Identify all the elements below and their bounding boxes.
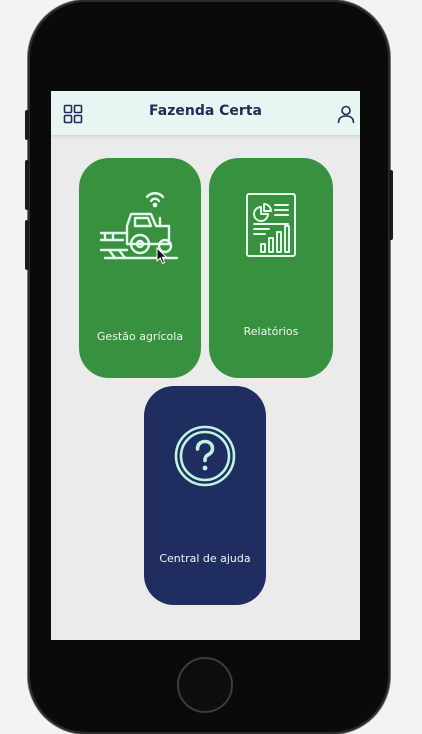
app-title: Fazenda Certa <box>149 103 262 119</box>
mute-switch <box>25 110 29 140</box>
card-label: Central de ajuda <box>159 552 251 565</box>
card-label: Relatórios <box>243 325 299 338</box>
card-label: Gestão agrícola <box>96 330 184 343</box>
card-relatorios[interactable]: Relatórios <box>209 158 333 378</box>
report-chart-icon <box>246 193 296 257</box>
app-header: Fazenda Certa <box>51 91 360 136</box>
card-central-de-ajuda[interactable]: Central de ajuda <box>144 386 266 605</box>
user-icon[interactable] <box>336 104 356 124</box>
volume-down-button <box>25 220 29 270</box>
mouse-cursor-icon <box>156 247 168 265</box>
help-circle-icon <box>174 425 236 487</box>
home-button[interactable] <box>177 657 233 713</box>
card-gestao-agricola[interactable]: Gestão agrícola <box>79 158 201 378</box>
volume-up-button <box>25 160 29 210</box>
power-button <box>389 170 393 240</box>
app-screen: Fazenda Certa Gestão agrícola Relatórios… <box>51 91 360 640</box>
tractor-wifi-icon <box>99 192 179 260</box>
